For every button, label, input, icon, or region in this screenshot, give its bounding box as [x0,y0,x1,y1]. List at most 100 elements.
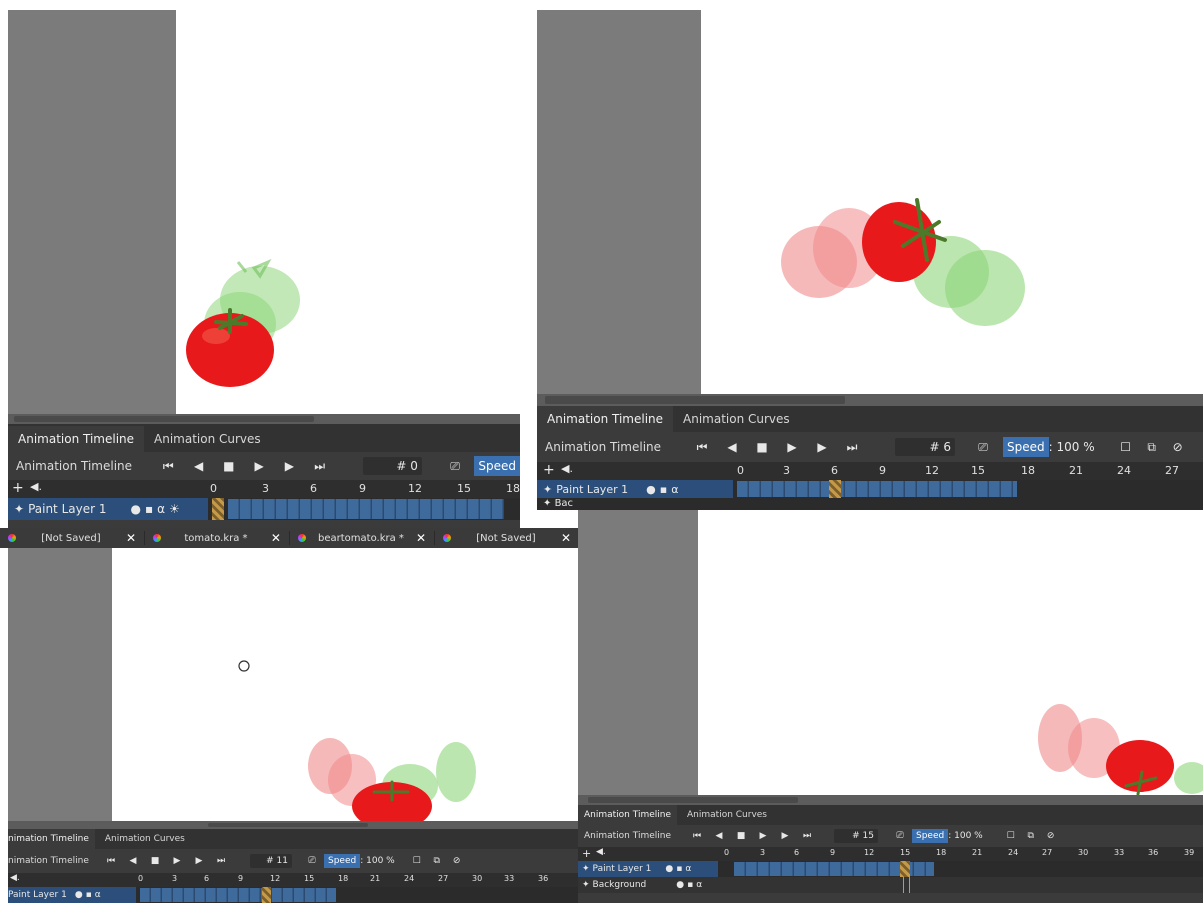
previous-frame-icon[interactable]: ◀ [717,440,747,454]
visibility-icon[interactable]: ● [130,502,140,516]
speed-label[interactable]: Speed [1003,437,1049,457]
visibility-icon[interactable]: ● [646,483,656,496]
add-icon[interactable]: + [12,480,24,496]
frame-ruler[interactable]: + ◀. 0 3 6 9 12 15 18 21 24 27 [537,462,1203,480]
speed-label[interactable]: Speed [912,829,949,843]
drawing-canvas[interactable] [701,10,1203,394]
tab-animation-curves[interactable]: Animation Curves [95,829,195,849]
drawing-canvas[interactable] [698,510,1203,795]
first-frame-icon[interactable]: ⏮ [687,440,717,455]
lock-icon[interactable]: ▪ [676,864,682,874]
horizontal-scrollbar[interactable] [578,795,1203,805]
speed-label[interactable]: Speed [324,854,361,868]
document-tab[interactable]: beartomato.kra * ✕ [290,531,435,545]
current-frame-marker[interactable] [262,887,271,903]
visibility-icon[interactable]: ● [75,890,83,900]
lock-icon[interactable]: ▪ [660,483,667,496]
audio-icon[interactable]: ◀. [561,462,573,475]
onion-skin-options-icon[interactable]: ⧉ [1139,440,1165,455]
document-tab[interactable]: [Not Saved] ✕ [435,531,580,545]
audio-icon[interactable]: ◀. [10,873,20,883]
layer-name[interactable]: Paint Layer 1 ● ▪ α [8,887,136,903]
layer-name[interactable]: ✦ Paint Layer 1 ● ▪ α [537,480,733,498]
audio-icon[interactable]: ◀. [596,847,606,857]
speed-spinbox[interactable]: Speed [474,456,520,476]
visibility-icon[interactable]: ● [676,880,684,890]
current-frame-spinbox[interactable]: # 0 [362,457,422,475]
current-frame-marker[interactable] [900,861,910,877]
stop-icon[interactable]: ■ [214,459,244,473]
speed-value[interactable]: : 100 % [1049,440,1095,454]
alpha-icon[interactable]: α [696,880,702,890]
close-icon[interactable]: ✕ [416,531,426,545]
layer-row[interactable]: ✦ Paint Layer 1 ● ▪ α ☀ [8,498,520,520]
tab-animation-timeline[interactable]: Animation Timeline [8,426,145,452]
frame-ruler[interactable]: ◀. 0 3 6 9 12 15 18 21 24 27 30 33 36 [8,873,578,887]
last-frame-icon[interactable]: ⏭ [837,440,867,455]
current-frame-spinbox[interactable]: # 6 [895,438,955,456]
no-onion-skin-icon[interactable]: ⊘ [1041,831,1061,841]
current-frame-spinbox[interactable]: # 15 [834,829,878,843]
stop-icon[interactable]: ■ [144,856,166,866]
add-icon[interactable]: + [543,462,555,478]
current-frame-marker[interactable] [212,498,224,520]
layer-row[interactable]: ✦ Paint Layer 1 ● ▪ α [578,861,1203,877]
document-tab[interactable]: [Not Saved] ✕ [0,531,145,545]
frame-cells[interactable] [140,888,336,902]
onion-skin-icon[interactable]: ☀ [169,502,180,516]
frame-cells[interactable] [737,481,1017,497]
previous-frame-icon[interactable]: ◀ [122,856,144,866]
layer-row[interactable]: ✦ Paint Layer 1 ● ▪ α [537,480,1203,498]
last-frame-icon[interactable]: ⏭ [210,856,232,866]
next-frame-icon[interactable]: ▶ [807,440,837,454]
lock-icon[interactable]: ▪ [145,502,153,516]
close-icon[interactable]: ✕ [126,531,136,545]
layer-row[interactable]: Paint Layer 1 ● ▪ α [8,887,578,903]
drop-frames-icon[interactable]: ⎚ [302,856,322,866]
no-onion-skin-icon[interactable]: ⊘ [447,856,467,866]
close-icon[interactable]: ✕ [271,531,281,545]
tab-animation-timeline[interactable]: Animation Timeline [537,406,674,432]
onion-skin-options-icon[interactable]: ⧉ [1021,831,1041,841]
tab-animation-timeline[interactable]: Animation Timeline [578,805,678,825]
next-frame-icon[interactable]: ▶ [774,831,796,841]
last-frame-icon[interactable]: ⏭ [305,459,335,474]
current-frame-marker[interactable] [829,480,841,498]
onion-skins-icon[interactable]: ☐ [1001,831,1021,841]
audio-icon[interactable]: ◀. [30,480,42,493]
lock-icon[interactable]: ▪ [86,890,92,900]
first-frame-icon[interactable]: ⏮ [100,856,122,866]
tab-animation-curves[interactable]: Animation Curves [677,805,777,825]
horizontal-scrollbar[interactable] [8,821,578,829]
speed-value[interactable]: : 100 % [948,831,982,841]
play-icon[interactable]: ▶ [752,831,774,841]
layer-row[interactable]: ✦ Background ● ▪ α [578,877,1203,893]
first-frame-icon[interactable]: ⏮ [686,831,708,841]
play-icon[interactable]: ▶ [166,856,188,866]
drop-frames-icon[interactable]: ⎚ [442,459,468,474]
next-frame-icon[interactable]: ▶ [188,856,210,866]
layer-row[interactable]: ✦ Bac [537,498,1203,510]
previous-frame-icon[interactable]: ◀ [708,831,730,841]
alpha-icon[interactable]: α [157,502,165,516]
stop-icon[interactable]: ■ [747,440,777,454]
tab-animation-curves[interactable]: Animation Curves [673,406,800,432]
play-icon[interactable]: ▶ [777,440,807,454]
alpha-icon[interactable]: α [95,890,101,900]
frame-ruler[interactable]: + ◀. 0 3 6 9 12 15 18 21 24 27 30 33 36 … [578,847,1203,861]
previous-frame-icon[interactable]: ◀ [183,459,213,473]
alpha-icon[interactable]: α [671,483,678,496]
no-onion-skin-icon[interactable]: ⊘ [1165,440,1191,454]
lock-icon[interactable]: ▪ [687,880,693,890]
last-frame-icon[interactable]: ⏭ [796,831,818,841]
stop-icon[interactable]: ■ [730,831,752,841]
drawing-canvas[interactable] [176,10,520,414]
visibility-icon[interactable]: ● [665,864,673,874]
alpha-icon[interactable]: α [685,864,691,874]
add-icon[interactable]: + [582,847,591,860]
speed-value[interactable]: : 100 % [360,856,394,866]
onion-skins-icon[interactable]: ☐ [1113,440,1139,454]
drop-frames-icon[interactable]: ⎚ [969,440,997,455]
first-frame-icon[interactable]: ⏮ [153,459,183,474]
onion-skins-icon[interactable]: ☐ [407,856,427,866]
